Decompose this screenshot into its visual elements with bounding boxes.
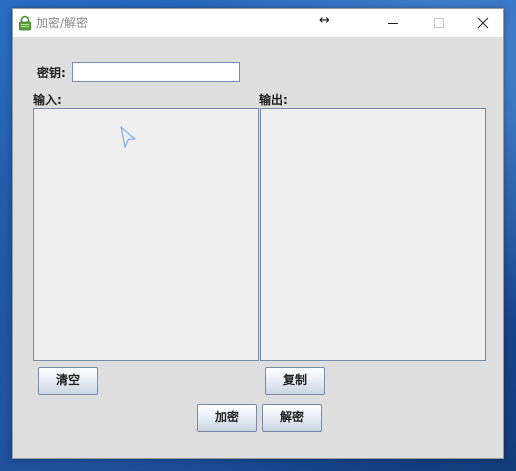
minimize-button[interactable] xyxy=(371,9,415,37)
resize-cursor-icon: ↔ xyxy=(319,13,330,28)
decrypt-button[interactable]: 解密 xyxy=(262,404,322,432)
key-label: 密钥: xyxy=(37,66,66,80)
title-bar[interactable]: 加密/解密 ↔ xyxy=(13,9,503,37)
app-window: 加密/解密 ↔ 密钥: 输入: 输出: 清空 复制 加密 解密 xyxy=(12,8,504,459)
maximize-icon xyxy=(434,18,444,28)
encrypt-button[interactable]: 加密 xyxy=(197,404,257,432)
window-title: 加密/解密 xyxy=(36,16,89,30)
mouse-pointer-icon xyxy=(119,125,137,150)
close-button[interactable] xyxy=(461,9,505,37)
minimize-icon xyxy=(388,23,398,24)
output-textarea[interactable] xyxy=(260,108,486,361)
output-label: 输出: xyxy=(259,93,288,107)
input-textarea[interactable] xyxy=(33,108,259,361)
clear-button[interactable]: 清空 xyxy=(38,367,98,395)
close-icon xyxy=(477,17,489,29)
key-input[interactable] xyxy=(72,62,240,82)
content-panel: 密钥: 输入: 输出: 清空 复制 加密 解密 xyxy=(13,37,503,458)
copy-button[interactable]: 复制 xyxy=(265,367,325,395)
lock-icon xyxy=(17,15,33,31)
input-label: 输入: xyxy=(33,93,62,107)
maximize-button[interactable] xyxy=(417,9,461,37)
